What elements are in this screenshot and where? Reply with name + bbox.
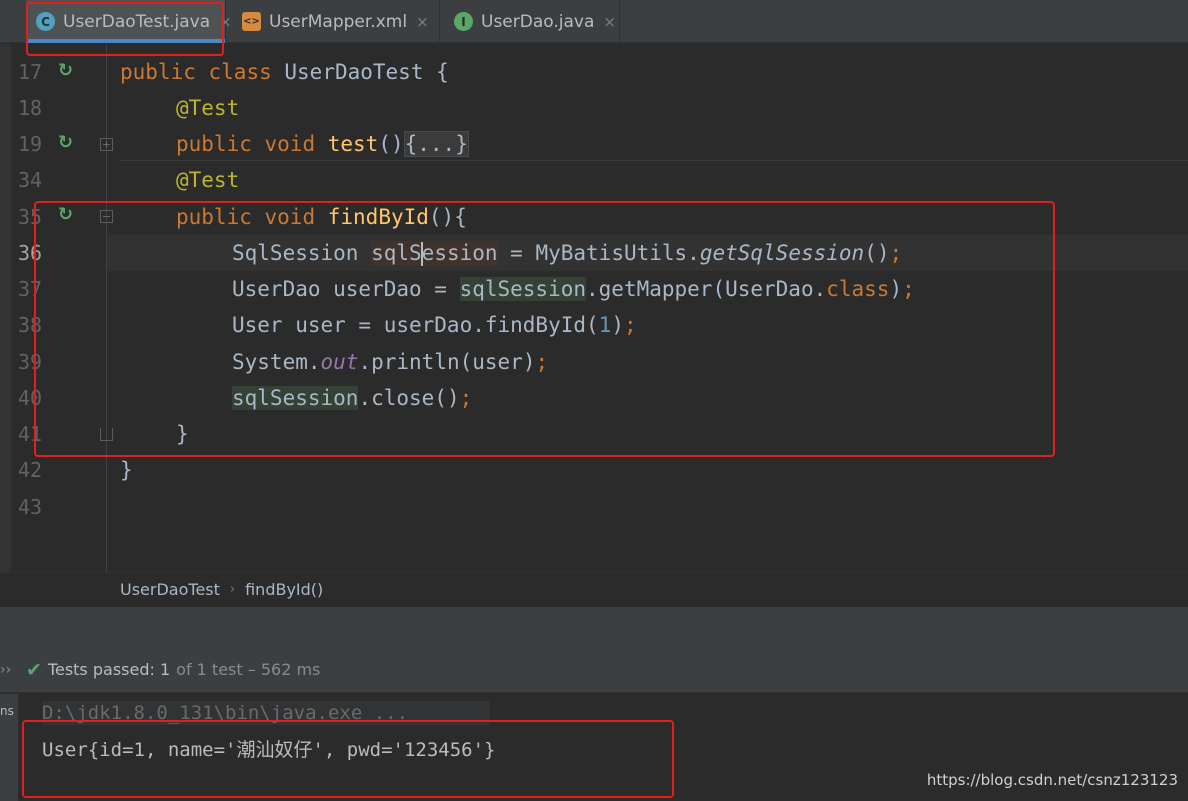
method-name: test [327,132,379,156]
paren: () [378,132,404,156]
breadcrumb-method[interactable]: findById() [245,580,323,599]
annotation: @Test [176,168,240,192]
close-icon[interactable]: × [416,13,429,31]
editor-left-stripe [0,44,11,606]
java-interface-icon: I [454,12,473,31]
annotation: @Test [176,96,240,120]
code-line[interactable]: } [120,452,133,488]
code-line[interactable]: public class UserDaoTest { [120,54,449,90]
line-number: 19 [18,132,43,156]
line-number: 34 [18,168,43,192]
annotation-box-output [22,720,674,798]
line-number: 18 [18,96,43,120]
brace: { [436,60,449,84]
brace: } [120,458,133,482]
breadcrumb-separator: › [229,582,236,597]
tab-label: UserDao.java [481,11,595,32]
tab-userdao[interactable]: I UserDao.java × [444,0,620,43]
tab-usermapper[interactable]: <> UserMapper.xml × [232,0,440,43]
code-line[interactable]: public void test(){...} [176,126,469,162]
fold-expand-icon[interactable]: + [100,138,113,151]
keyword: void [264,132,316,156]
breadcrumb-class[interactable]: UserDaoTest [120,580,220,599]
run-test-icon[interactable]: ↻ [58,132,82,154]
code-line[interactable]: @Test [176,162,239,198]
xml-file-icon: <> [242,12,261,31]
line-number: 42 [18,458,43,482]
class-name: UserDaoTest [284,60,424,84]
annotation-box-tab [26,2,224,56]
watermark: https://blog.csdn.net/csnz123123 [926,771,1178,789]
test-status-bar: ›› ✔ Tests passed: 1 of 1 test – 562 ms [0,647,1188,693]
tests-passed-count: 1 [159,660,171,679]
breadcrumb: UserDaoTest › findById() [0,572,1188,606]
close-icon[interactable]: × [603,13,616,31]
check-icon: ✔ [26,658,42,681]
annotation-box-method [34,201,1055,457]
tab-label: UserMapper.xml [269,11,408,32]
line-number: 17 [18,60,43,84]
tests-status-label: Tests passed: [47,660,155,679]
run-test-icon[interactable]: ↻ [58,60,82,82]
keyword: class [208,60,272,84]
tests-detail: of 1 test – 562 ms [176,660,321,679]
run-side-label: ns [0,704,14,718]
keyword: public [120,60,196,84]
code-line[interactable]: @Test [176,90,239,126]
expand-arrows-icon[interactable]: ›› [0,662,26,678]
line-number: 43 [18,495,43,519]
keyword: public [176,132,252,156]
folded-code-placeholder[interactable]: {...} [403,131,469,157]
run-panel-toolbar [0,607,1188,647]
